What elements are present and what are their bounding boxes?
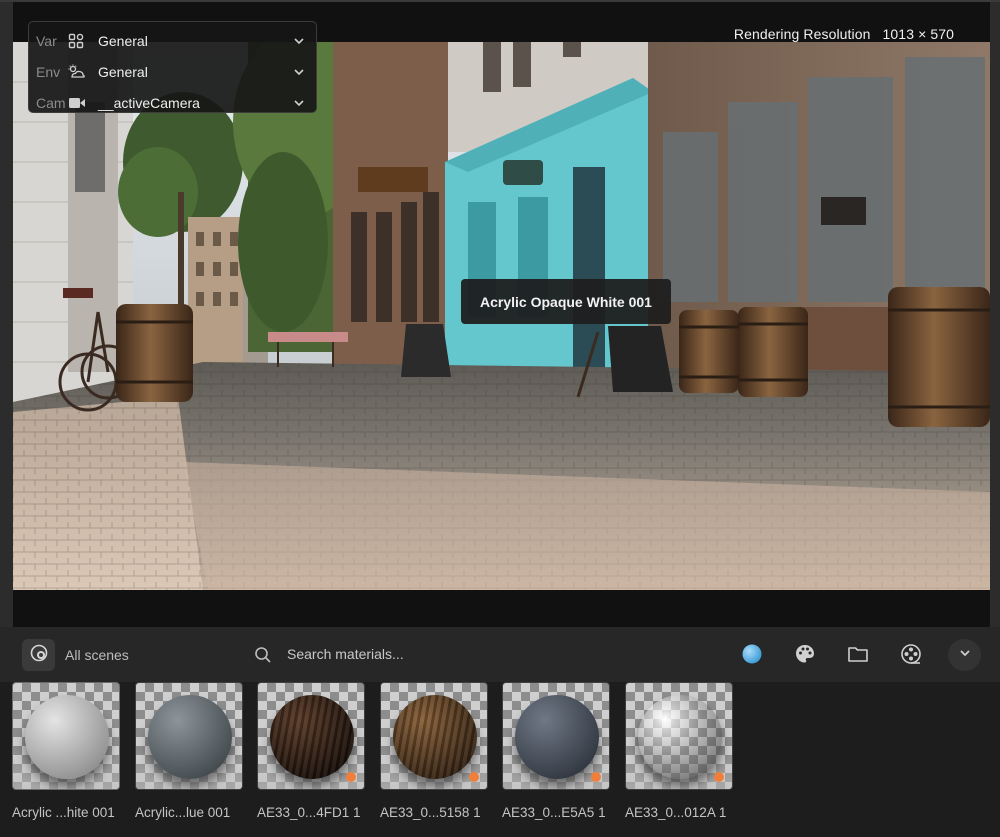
scenes-icon <box>29 643 49 668</box>
chevron-down-icon <box>958 646 972 665</box>
material-swatch[interactable] <box>625 682 733 790</box>
material-label: AE33_0...E5A5 1 <box>502 805 606 820</box>
palette-icon[interactable] <box>793 642 817 666</box>
viewport-border-left <box>0 2 13 629</box>
material-label: AE33_0...012A 1 <box>625 805 727 820</box>
camera-label: Cam <box>36 94 66 111</box>
rendering-resolution-readout: Rendering Resolution 1013 × 570 <box>734 26 954 42</box>
scenes-button[interactable] <box>22 639 55 671</box>
camera-value: __activeCamera <box>98 94 200 111</box>
chevron-down-icon <box>292 96 306 110</box>
expand-panel-button[interactable] <box>948 639 981 671</box>
scene-selector-panel: Var General Env General Cam __activeCame… <box>28 21 317 113</box>
all-scenes-label[interactable]: All scenes <box>65 647 129 663</box>
camera-icon <box>68 95 90 111</box>
material-sphere <box>25 695 109 779</box>
search-materials-input[interactable] <box>281 641 581 667</box>
material-status-badge <box>346 772 356 782</box>
material-swatch[interactable] <box>380 682 488 790</box>
variant-selector[interactable]: Var General <box>29 25 316 56</box>
material-status-badge <box>714 772 724 782</box>
rendering-resolution-label: Rendering Resolution <box>733 26 871 42</box>
chevron-down-icon <box>292 34 306 48</box>
material-swatch[interactable] <box>12 682 120 790</box>
material-label: Acrylic...lue 001 <box>135 805 231 820</box>
rendering-resolution-value: 1013 × 570 <box>882 26 954 42</box>
material-label: AE33_0...4FD1 1 <box>257 805 361 820</box>
material-sphere <box>393 695 477 779</box>
material-browser: All scenes Acrylic ...hit <box>0 627 1000 837</box>
material-status-badge <box>591 772 601 782</box>
environment-value: General <box>98 63 148 80</box>
environment-icon <box>68 64 90 80</box>
environment-label: Env <box>36 63 61 80</box>
material-swatch[interactable] <box>502 682 610 790</box>
material-status-badge <box>469 772 479 782</box>
material-sphere <box>515 695 599 779</box>
variants-icon <box>68 33 90 49</box>
material-sphere <box>638 695 722 779</box>
material-card[interactable]: AE33_0...4FD1 1 <box>257 682 366 829</box>
material-swatch[interactable] <box>257 682 365 790</box>
film-reel-icon[interactable] <box>899 642 923 666</box>
material-tooltip: Acrylic Opaque White 001 <box>461 279 671 324</box>
material-toolbar: All scenes <box>0 627 1000 682</box>
environment-selector[interactable]: Env General <box>29 56 316 87</box>
material-sphere-icon[interactable] <box>740 642 764 666</box>
materials-grid: Acrylic ...hite 001 Acrylic...lue 001 AE… <box>12 682 992 837</box>
material-card[interactable]: Acrylic...lue 001 <box>135 682 244 829</box>
search-icon <box>254 646 272 664</box>
material-sphere <box>270 695 354 779</box>
chevron-down-icon <box>292 65 306 79</box>
material-card[interactable]: AE33_0...012A 1 <box>625 682 734 829</box>
folder-icon[interactable] <box>846 642 870 666</box>
viewport-border-right <box>990 2 1000 629</box>
material-sphere <box>148 695 232 779</box>
variant-value: General <box>98 32 148 49</box>
material-swatch[interactable] <box>135 682 243 790</box>
material-card[interactable]: AE33_0...5158 1 <box>380 682 489 829</box>
material-card[interactable]: AE33_0...E5A5 1 <box>502 682 611 829</box>
material-label: AE33_0...5158 1 <box>380 805 481 820</box>
render-viewport[interactable]: Rendering Resolution 1013 × 570 Var Gener… <box>0 0 1000 629</box>
material-card[interactable]: Acrylic ...hite 001 <box>12 682 121 829</box>
variant-label: Var <box>36 32 57 49</box>
material-label: Acrylic ...hite 001 <box>12 805 115 820</box>
camera-selector[interactable]: Cam __activeCamera <box>29 87 316 118</box>
